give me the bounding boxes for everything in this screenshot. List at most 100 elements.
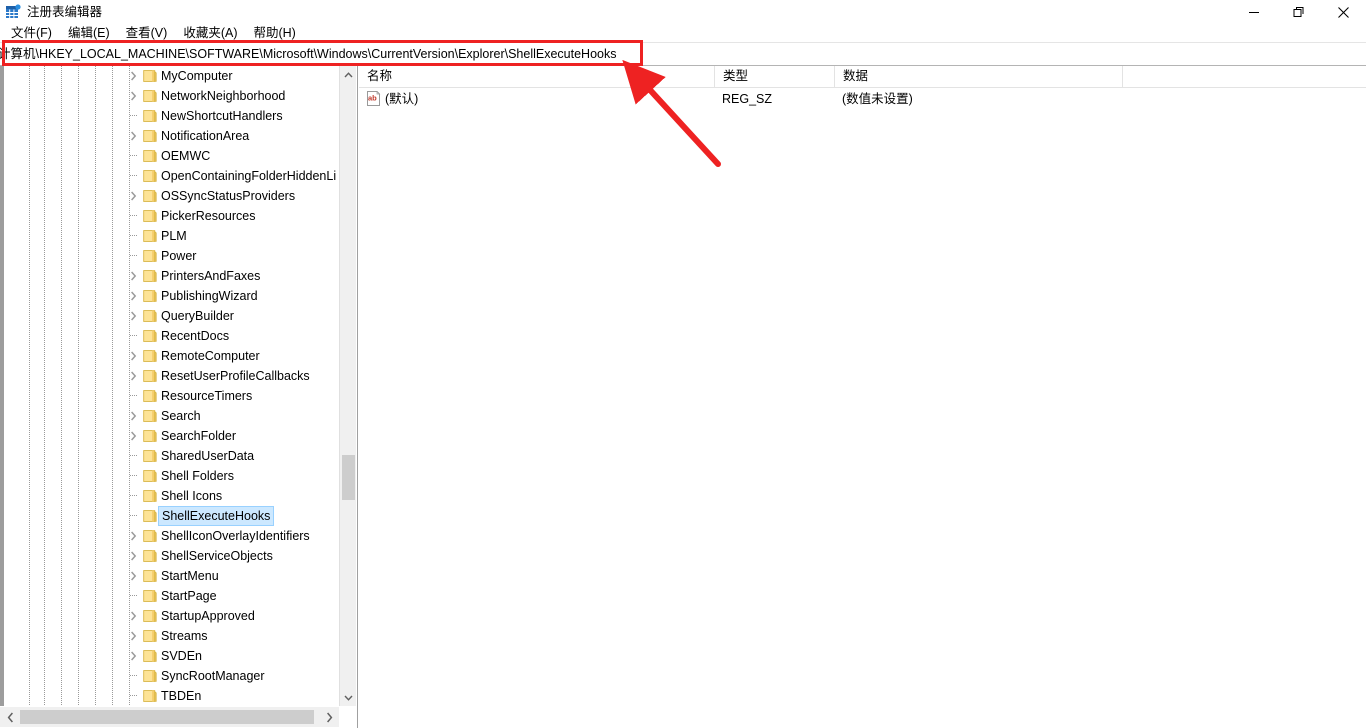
tree-item-startpage[interactable]: StartPage bbox=[4, 586, 336, 606]
chevron-right-icon[interactable] bbox=[125, 526, 141, 546]
chevron-right-icon[interactable] bbox=[125, 406, 141, 426]
tree-item-label: Power bbox=[161, 249, 197, 263]
folder-icon bbox=[143, 509, 157, 523]
address-path-text: 计算机\HKEY_LOCAL_MACHINE\SOFTWARE\Microsof… bbox=[0, 47, 617, 61]
tree-item-shell-icons[interactable]: Shell Icons bbox=[4, 486, 336, 506]
chevron-right-icon[interactable] bbox=[125, 546, 141, 566]
tree-item-shellexecutehooks[interactable]: ShellExecuteHooks bbox=[4, 506, 336, 526]
chevron-right-icon[interactable] bbox=[125, 306, 141, 326]
tree-item-resourcetimers[interactable]: ResourceTimers bbox=[4, 386, 336, 406]
tree-item-label: ResourceTimers bbox=[161, 389, 253, 403]
tree-item-label: SyncRootManager bbox=[161, 669, 265, 683]
chevron-right-icon[interactable] bbox=[125, 286, 141, 306]
tree-item-querybuilder[interactable]: QueryBuilder bbox=[4, 306, 336, 326]
close-icon[interactable] bbox=[1321, 0, 1366, 24]
table-row[interactable]: ab (默认) REG_SZ (数值未设置) bbox=[359, 88, 1366, 110]
tree-item-remotecomputer[interactable]: RemoteComputer bbox=[4, 346, 336, 366]
folder-icon bbox=[143, 209, 157, 223]
tree-item-opencontainingfolderhiddenlis[interactable]: OpenContainingFolderHiddenLis bbox=[4, 166, 336, 186]
folder-icon bbox=[143, 89, 157, 103]
folder-icon bbox=[143, 449, 157, 463]
folder-icon bbox=[143, 429, 157, 443]
tree-vertical-scrollbar[interactable] bbox=[339, 66, 356, 706]
tree-item-label: NetworkNeighborhood bbox=[161, 89, 286, 103]
chevron-right-icon[interactable] bbox=[125, 266, 141, 286]
column-header-extra[interactable] bbox=[1122, 66, 1366, 87]
tree-horizontal-scrollbar[interactable] bbox=[0, 707, 339, 727]
tree-item-label: SVDEn bbox=[161, 649, 202, 663]
tree-item-startupapproved[interactable]: StartupApproved bbox=[4, 606, 336, 626]
chevron-right-icon[interactable] bbox=[125, 86, 141, 106]
tree-item-networkneighborhood[interactable]: NetworkNeighborhood bbox=[4, 86, 336, 106]
menu-item-file[interactable]: 文件(F) bbox=[3, 24, 60, 42]
menu-item-help[interactable]: 帮助(H) bbox=[245, 24, 303, 42]
chevron-right-icon[interactable] bbox=[125, 626, 141, 646]
registry-key-tree[interactable]: MyComputer NetworkNeighborhood NewShortcut… bbox=[4, 66, 336, 706]
tree-item-publishingwizard[interactable]: PublishingWizard bbox=[4, 286, 336, 306]
menu-item-favorites[interactable]: 收藏夹(A) bbox=[175, 24, 245, 42]
tree-item-label: PrintersAndFaxes bbox=[161, 269, 261, 283]
tree-connector bbox=[130, 215, 137, 216]
folder-icon bbox=[143, 369, 157, 383]
tree-connector bbox=[130, 515, 137, 516]
folder-icon bbox=[143, 249, 157, 263]
tree-item-ossyncstatusproviders[interactable]: OSSyncStatusProviders bbox=[4, 186, 336, 206]
tree-connector bbox=[130, 175, 137, 176]
tree-item-shell-folders[interactable]: Shell Folders bbox=[4, 466, 336, 486]
scroll-down-icon[interactable] bbox=[340, 689, 357, 706]
window-controls bbox=[1231, 0, 1366, 24]
tree-item-label: ShellIconOverlayIdentifiers bbox=[161, 529, 310, 543]
chevron-right-icon[interactable] bbox=[125, 366, 141, 386]
tree-item-notificationarea[interactable]: NotificationArea bbox=[4, 126, 336, 146]
restore-icon[interactable] bbox=[1276, 0, 1321, 24]
tree-item-searchfolder[interactable]: SearchFolder bbox=[4, 426, 336, 446]
chevron-right-icon[interactable] bbox=[125, 606, 141, 626]
tree-item-power[interactable]: Power bbox=[4, 246, 336, 266]
chevron-right-icon[interactable] bbox=[125, 186, 141, 206]
folder-icon bbox=[143, 349, 157, 363]
tree-item-oemwc[interactable]: OEMWC bbox=[4, 146, 336, 166]
chevron-right-icon[interactable] bbox=[125, 426, 141, 446]
folder-icon bbox=[143, 409, 157, 423]
tree-item-search[interactable]: Search bbox=[4, 406, 336, 426]
cell-value-type: REG_SZ bbox=[722, 92, 773, 106]
chevron-right-icon[interactable] bbox=[125, 566, 141, 586]
minimize-icon[interactable] bbox=[1231, 0, 1276, 24]
chevron-right-icon[interactable] bbox=[125, 66, 141, 86]
menu-item-view[interactable]: 查看(V) bbox=[118, 24, 176, 42]
tree-item-svden[interactable]: SVDEn bbox=[4, 646, 336, 666]
column-header-name[interactable]: 名称 bbox=[359, 66, 714, 87]
menu-item-edit[interactable]: 编辑(E) bbox=[60, 24, 118, 42]
scroll-up-icon[interactable] bbox=[340, 66, 357, 83]
registry-editor-window: 注册表编辑器 文件(F) 编辑(E) 查看(V) 收藏夹(A) 帮助(H) 计算… bbox=[0, 0, 1366, 728]
tree-vscroll-thumb[interactable] bbox=[342, 455, 355, 500]
tree-item-tbden[interactable]: TBDEn bbox=[4, 686, 336, 706]
tree-item-startmenu[interactable]: StartMenu bbox=[4, 566, 336, 586]
column-header-data[interactable]: 数据 bbox=[834, 66, 1122, 87]
scroll-right-icon[interactable] bbox=[319, 707, 339, 727]
chevron-right-icon[interactable] bbox=[125, 126, 141, 146]
tree-item-label: ResetUserProfileCallbacks bbox=[161, 369, 310, 383]
tree-item-streams[interactable]: Streams bbox=[4, 626, 336, 646]
column-header-type[interactable]: 类型 bbox=[714, 66, 834, 87]
tree-item-shareduserdata[interactable]: SharedUserData bbox=[4, 446, 336, 466]
tree-item-plm[interactable]: PLM bbox=[4, 226, 336, 246]
tree-item-shellserviceobjects[interactable]: ShellServiceObjects bbox=[4, 546, 336, 566]
chevron-right-icon[interactable] bbox=[125, 646, 141, 666]
tree-item-mycomputer[interactable]: MyComputer bbox=[4, 66, 336, 86]
tree-item-label: Shell Folders bbox=[161, 469, 234, 483]
chevron-right-icon[interactable] bbox=[125, 346, 141, 366]
tree-item-shelliconoverlayidentifiers[interactable]: ShellIconOverlayIdentifiers bbox=[4, 526, 336, 546]
tree-item-printersandfaxes[interactable]: PrintersAndFaxes bbox=[4, 266, 336, 286]
scroll-left-icon[interactable] bbox=[0, 707, 20, 727]
tree-item-syncrootmanager[interactable]: SyncRootManager bbox=[4, 666, 336, 686]
tree-hscroll-thumb[interactable] bbox=[20, 710, 314, 724]
tree-item-label: ShellServiceObjects bbox=[161, 549, 273, 563]
tree-item-pickerresources[interactable]: PickerResources bbox=[4, 206, 336, 226]
tree-item-newshortcuthandlers[interactable]: NewShortcutHandlers bbox=[4, 106, 336, 126]
values-list-body[interactable]: ab (默认) REG_SZ (数值未设置) bbox=[359, 88, 1366, 728]
string-value-icon: ab bbox=[366, 90, 381, 106]
address-bar[interactable]: 计算机\HKEY_LOCAL_MACHINE\SOFTWARE\Microsof… bbox=[0, 42, 1366, 66]
tree-item-resetuserprofilecallbacks[interactable]: ResetUserProfileCallbacks bbox=[4, 366, 336, 386]
tree-item-recentdocs[interactable]: RecentDocs bbox=[4, 326, 336, 346]
